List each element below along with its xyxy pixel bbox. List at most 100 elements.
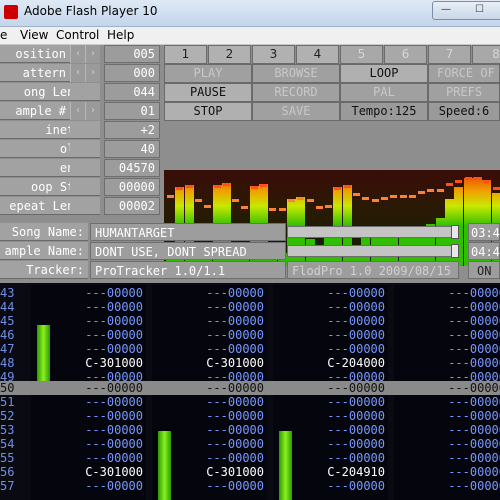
pattern-cell[interactable]: ---00000 [394, 451, 500, 465]
play-button[interactable]: PLAY [164, 64, 252, 83]
pattern-cell[interactable]: ---00000 [152, 286, 264, 300]
row-number: 44 [0, 300, 15, 314]
pattern-cell[interactable]: C-301000 [152, 356, 264, 370]
position-slider-knob[interactable] [451, 225, 459, 239]
loop-button[interactable]: LOOP [340, 64, 428, 83]
pattern-cell[interactable]: ---00000 [394, 342, 500, 356]
pattern-cell[interactable]: ---00000 [394, 437, 500, 451]
song-name-label: Song Name: [0, 223, 88, 241]
channel-button[interactable]: 1 [164, 45, 207, 64]
menu-file[interactable]: e [0, 28, 7, 42]
param-value: 04570 [104, 159, 160, 177]
pattern-cell[interactable]: ---00000 [152, 409, 264, 423]
minimize-button[interactable]: — [432, 1, 460, 20]
pattern-cell[interactable]: ---00000 [273, 409, 385, 423]
pattern-cell[interactable]: ---00000 [31, 479, 143, 493]
pattern-cell[interactable]: ---00000 [273, 286, 385, 300]
pattern-cell[interactable]: ---00000 [394, 423, 500, 437]
pattern-cell[interactable]: ---00000 [152, 381, 264, 395]
pause-button[interactable]: PAUSE [164, 83, 252, 102]
row-number: 53 [0, 423, 15, 437]
pattern-cell[interactable]: ---00000 [394, 479, 500, 493]
channel-button[interactable]: 3 [252, 45, 295, 64]
pattern-cell[interactable]: ---00000 [152, 395, 264, 409]
volume-slider-knob[interactable] [451, 244, 459, 258]
vu-peak-marker [176, 187, 184, 190]
pattern-cell[interactable]: ---00000 [31, 381, 143, 395]
menu-help[interactable]: Help [107, 28, 134, 42]
pal-button[interactable]: PAL [340, 83, 428, 102]
pattern-cell[interactable]: ---00000 [273, 314, 385, 328]
pattern-cell[interactable]: ---00000 [31, 423, 143, 437]
pattern-cell[interactable]: ---00000 [152, 300, 264, 314]
pattern-cell[interactable]: ---00000 [394, 409, 500, 423]
pattern-cell[interactable]: C-204000 [273, 356, 385, 370]
pattern-cell[interactable]: ---00000 [394, 465, 500, 479]
volume-slider[interactable] [287, 245, 459, 257]
pattern-cell[interactable]: ---00000 [394, 314, 500, 328]
vu-peak-marker [473, 177, 481, 180]
prefs-button[interactable]: PREFS [428, 83, 500, 102]
channel-button[interactable]: 7 [428, 45, 471, 64]
decrement-arrow[interactable]: ‹ [70, 45, 85, 63]
total-time: 04:4 [468, 242, 500, 260]
channel-button[interactable]: 2 [208, 45, 251, 64]
param-spacer [70, 83, 100, 101]
increment-arrow[interactable]: › [85, 45, 100, 63]
decrement-arrow[interactable]: ‹ [70, 64, 85, 82]
channel-button[interactable]: 4 [296, 45, 339, 64]
pattern-cell[interactable]: ---00000 [394, 395, 500, 409]
pattern-cell[interactable]: ---00000 [152, 328, 264, 342]
channel-button[interactable]: 8 [472, 45, 500, 64]
pattern-cell[interactable]: ---00000 [273, 381, 385, 395]
record-button[interactable]: RECORD [252, 83, 340, 102]
pattern-cell[interactable]: C-301000 [31, 465, 143, 479]
pattern-cell[interactable]: ---00000 [273, 342, 385, 356]
stop-button[interactable]: STOP [164, 102, 252, 121]
pattern-cell[interactable]: ---00000 [152, 314, 264, 328]
menu-control[interactable]: Control [56, 28, 99, 42]
maximize-button[interactable]: ☐ [459, 1, 500, 20]
channel-button[interactable]: 5 [340, 45, 383, 64]
pattern-cell[interactable]: ---00000 [394, 300, 500, 314]
vu-peak-marker [232, 199, 240, 202]
vu-peak-marker [213, 185, 221, 188]
pattern-cell[interactable]: ---00000 [31, 437, 143, 451]
vu-peak-marker [408, 195, 416, 198]
param-value: +2 [104, 121, 160, 139]
param-value: 00002 [104, 197, 160, 215]
pattern-cell[interactable]: ---00000 [31, 409, 143, 423]
pattern-cell[interactable]: ---00000 [273, 395, 385, 409]
track-level-bar [279, 431, 292, 500]
pattern-cell[interactable]: ---00000 [394, 328, 500, 342]
pattern-cell[interactable]: ---00000 [31, 395, 143, 409]
menu-view[interactable]: View [20, 28, 48, 42]
vu-peak-marker [446, 183, 453, 186]
param-value: 044 [104, 83, 160, 101]
title-bar: Adobe Flash Player 10 — ☐ [0, 0, 500, 27]
position-slider[interactable] [287, 226, 459, 238]
force-off-button[interactable]: FORCE OF [428, 64, 500, 83]
increment-arrow[interactable]: › [85, 102, 100, 120]
browse-button[interactable]: BROWSE [252, 64, 340, 83]
pattern-cell[interactable]: ---00000 [31, 300, 143, 314]
pattern-cell[interactable]: ---00000 [31, 286, 143, 300]
vu-peak-marker [250, 186, 258, 189]
pattern-cell[interactable]: ---00000 [273, 300, 385, 314]
elapsed-time: 03:4 [468, 223, 500, 241]
pattern-cell[interactable]: ---00000 [394, 286, 500, 300]
pattern-cell[interactable]: ---00000 [31, 451, 143, 465]
save-button[interactable]: SAVE [252, 102, 340, 121]
channel-button[interactable]: 6 [384, 45, 427, 64]
param-value: 005 [104, 45, 160, 63]
pattern-cell[interactable]: ---00000 [273, 328, 385, 342]
increment-arrow[interactable]: › [85, 64, 100, 82]
param-value: 00000 [104, 178, 160, 196]
decrement-arrow[interactable]: ‹ [70, 102, 85, 120]
pattern-cell[interactable]: ---00000 [152, 342, 264, 356]
sample-name-label: ample Name: [0, 242, 88, 260]
pattern-cell[interactable]: ---00000 [394, 381, 500, 395]
pattern-cell[interactable]: ---00000 [394, 356, 500, 370]
tempo-display: Tempo:125 [340, 102, 428, 121]
on-toggle[interactable]: ON [468, 261, 500, 279]
